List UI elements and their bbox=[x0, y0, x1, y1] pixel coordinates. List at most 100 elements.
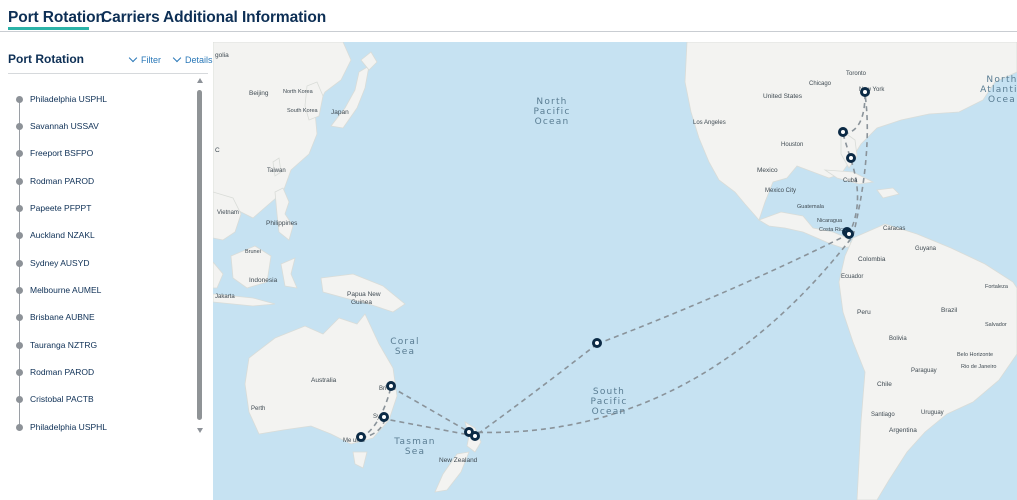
port-name: Tauranga NZTRG bbox=[30, 340, 98, 350]
place-label: Santiago bbox=[871, 412, 895, 418]
ocean-label-line: Atlantic bbox=[980, 85, 1017, 95]
port-name: Auckland NZAKL bbox=[30, 230, 95, 240]
sea-label-line: Coral bbox=[390, 337, 420, 347]
tab-port-rotation[interactable]: Port Rotation bbox=[8, 9, 105, 27]
divider bbox=[8, 73, 208, 74]
scroll-up-arrow-icon[interactable] bbox=[197, 78, 203, 83]
route-segment bbox=[474, 343, 598, 437]
place-label: Colombia bbox=[858, 256, 886, 263]
place-label: Beijing bbox=[249, 90, 269, 97]
place-label: Guyana bbox=[915, 246, 937, 252]
place-label: Ecuador bbox=[841, 274, 863, 280]
place-label: United States bbox=[763, 93, 803, 100]
port-list-item[interactable]: Cristobal PACTB bbox=[0, 391, 190, 409]
panel-header: Port Rotation Filter Details bbox=[8, 52, 213, 74]
timeline-dot bbox=[16, 123, 23, 130]
port-marker-freeport[interactable] bbox=[846, 153, 856, 163]
port-list-item[interactable]: Rodman PAROD bbox=[0, 173, 190, 191]
route-segment bbox=[390, 386, 470, 433]
timeline-dot bbox=[16, 342, 23, 349]
pin-center bbox=[359, 435, 363, 439]
filter-button[interactable]: Filter bbox=[128, 53, 161, 65]
port-marker-philadelphia[interactable] bbox=[860, 87, 870, 97]
place-label: Mexico bbox=[757, 167, 778, 174]
port-list-item[interactable]: Brisbane AUBNE bbox=[0, 309, 190, 327]
place-label: Taiwan bbox=[267, 168, 286, 174]
port-list-item[interactable]: Rodman PAROD bbox=[0, 364, 190, 382]
land-sumatra bbox=[213, 261, 224, 289]
place-label: Brunei bbox=[245, 249, 261, 255]
place-label: Rio de Janeiro bbox=[961, 364, 996, 370]
place-label: C bbox=[215, 147, 220, 154]
ocean-label-line: Ocea bbox=[988, 95, 1016, 105]
route-segment bbox=[596, 233, 850, 345]
port-list-item[interactable]: Sydney AUSYD bbox=[0, 255, 190, 273]
svg-text:NorthAtlanticOcea: NorthAtlanticOcea bbox=[980, 75, 1017, 105]
details-button[interactable]: Details bbox=[172, 53, 213, 65]
ocean-label-line: Pacific bbox=[533, 107, 570, 117]
svg-text:SouthPacificOcean: South Pacific Ocean bbox=[590, 387, 627, 417]
place-label: Cuba bbox=[843, 178, 858, 184]
port-name: Sydney AUSYD bbox=[30, 258, 90, 268]
place-label: golia bbox=[215, 52, 229, 59]
scrollbar[interactable] bbox=[196, 78, 204, 436]
pin-center bbox=[467, 430, 471, 434]
port-list-item[interactable]: Melbourne AUMEL bbox=[0, 282, 190, 300]
place-label: Sy bbox=[373, 414, 380, 420]
port-marker-sydney[interactable] bbox=[379, 412, 389, 422]
scrollbar-thumb[interactable] bbox=[197, 90, 202, 420]
port-name: Rodman PAROD bbox=[30, 176, 95, 186]
port-marker-melbourne[interactable] bbox=[356, 432, 366, 442]
timeline-dot bbox=[16, 232, 23, 239]
sea-label-line: Tasman bbox=[393, 437, 435, 447]
land-north-america bbox=[684, 42, 1017, 221]
route-map[interactable]: North Pacific Ocean South Pacific Ocean Nort… bbox=[213, 42, 1017, 500]
map-canvas: North Pacific Ocean South Pacific Ocean Nort… bbox=[213, 42, 1017, 500]
place-label: North Korea bbox=[283, 89, 314, 95]
scroll-down-arrow-icon[interactable] bbox=[197, 428, 203, 433]
ocean-label-line: Ocean bbox=[592, 407, 627, 417]
pin-center bbox=[382, 415, 386, 419]
place-label-line: Guinea bbox=[351, 299, 372, 306]
ocean-label-line: North bbox=[536, 97, 567, 107]
timeline-dot bbox=[16, 205, 23, 212]
port-marker-tauranga[interactable] bbox=[470, 431, 480, 441]
port-marker-cristobal[interactable] bbox=[844, 229, 854, 239]
place-label: Jakarta bbox=[215, 294, 235, 300]
port-name: Philadelphia USPHL bbox=[30, 94, 108, 104]
place-label: New Zealand bbox=[439, 457, 478, 464]
land-sulawesi bbox=[280, 257, 298, 289]
place-label-line: Papua New bbox=[347, 291, 381, 298]
port-list-item[interactable]: Philadelphia USPHL bbox=[0, 91, 190, 109]
ocean-label-line: North bbox=[986, 75, 1017, 85]
tab-carriers[interactable]: Carriers bbox=[101, 9, 160, 27]
port-marker-brisbane[interactable] bbox=[386, 381, 396, 391]
port-list-item[interactable]: Savannah USSAV bbox=[0, 118, 190, 136]
pin-center bbox=[847, 232, 851, 236]
place-label: Bolivia bbox=[889, 336, 907, 342]
port-list-item[interactable]: Freeport BSFPO bbox=[0, 145, 190, 163]
timeline-dot bbox=[16, 150, 23, 157]
pin-center bbox=[473, 434, 477, 438]
place-label: Paraguay bbox=[911, 368, 937, 374]
timeline-dot bbox=[16, 396, 23, 403]
port-list-item[interactable]: Tauranga NZTRG bbox=[0, 337, 190, 355]
place-label: Chicago bbox=[809, 81, 832, 87]
land-hispaniola bbox=[876, 187, 900, 199]
place-label: Vietnam bbox=[217, 210, 239, 216]
place-label: Caracas bbox=[883, 226, 905, 232]
port-marker-papeete[interactable] bbox=[592, 338, 602, 348]
tab-additional-information[interactable]: Additional Information bbox=[163, 9, 326, 27]
details-label: Details bbox=[185, 55, 213, 65]
port-marker-savannah[interactable] bbox=[838, 127, 848, 137]
port-list-item[interactable]: Philadelphia USPHL bbox=[0, 419, 190, 437]
place-label: Toronto bbox=[846, 71, 867, 77]
panel-title: Port Rotation bbox=[8, 52, 84, 66]
port-rotation-panel: Port Rotation Filter Details Philadelphi… bbox=[0, 42, 213, 500]
svg-text:NorthPacificOcean: North Pacific Ocean bbox=[533, 97, 570, 127]
port-list-item[interactable]: Papeete PFPPT bbox=[0, 200, 190, 218]
pin-center bbox=[863, 90, 867, 94]
place-label: Peru bbox=[857, 309, 871, 316]
port-list-item[interactable]: Auckland NZAKL bbox=[0, 227, 190, 245]
timeline-dot bbox=[16, 96, 23, 103]
